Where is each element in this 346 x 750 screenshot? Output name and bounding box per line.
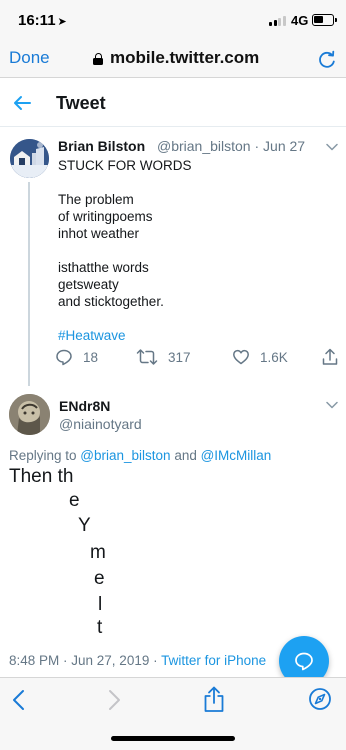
signal-strength-icon xyxy=(269,15,287,26)
poem-line: The problem xyxy=(58,192,134,207)
poem-line: STUCK FOR WORDS xyxy=(58,158,192,173)
reply-button[interactable]: 18 xyxy=(55,347,98,367)
browser-forward-icon[interactable] xyxy=(106,689,122,711)
share-button[interactable] xyxy=(321,347,339,367)
battery-icon xyxy=(312,14,337,26)
mention-link[interactable]: @IMcMillan xyxy=(201,448,272,463)
source-link[interactable]: Twitter for iPhone xyxy=(161,653,266,668)
tweet-timestamp: 8:48 PM · Jun 27, 2019 · Twitter for iPh… xyxy=(9,653,267,668)
like-count: 1.6K xyxy=(260,349,288,365)
falling-letter: e xyxy=(94,568,105,589)
tweet-actions: 18 317 1.6K xyxy=(55,347,340,367)
heart-icon xyxy=(233,349,249,365)
location-arrow-icon: ➤ xyxy=(57,16,67,28)
chevron-down-icon[interactable] xyxy=(326,143,338,151)
browser-back-icon[interactable] xyxy=(11,689,27,711)
avatar[interactable] xyxy=(9,394,50,435)
home-indicator xyxy=(111,736,235,741)
status-time: 16:11 ➤ xyxy=(18,12,67,29)
reload-icon[interactable] xyxy=(317,49,337,69)
browser-url-bar: Done mobile.twitter.com xyxy=(0,40,346,78)
reply-count: 18 xyxy=(83,349,99,365)
tweet-header: Tweet xyxy=(0,79,346,127)
url-text[interactable]: mobile.twitter.com xyxy=(110,48,259,68)
avatar[interactable] xyxy=(10,139,49,178)
author-name[interactable]: Brian Bilston xyxy=(58,138,145,154)
falling-letter: t xyxy=(97,617,103,638)
poem-line: and sticktogether. xyxy=(58,294,164,309)
poem-line: isthatthe words xyxy=(58,260,149,275)
like-button[interactable]: 1.6K xyxy=(232,347,288,367)
replying-to: Replying to @brian_bilston and @IMcMilla… xyxy=(9,448,272,463)
status-bar: 16:11 ➤ 4G xyxy=(0,0,346,40)
retweet-button[interactable]: 317 xyxy=(136,347,191,367)
poem-line: of writingpoems xyxy=(58,209,153,224)
author-name[interactable]: ENdr8N xyxy=(59,398,110,414)
hashtag-link[interactable]: #Heatwave xyxy=(58,328,126,343)
retweet-icon xyxy=(136,349,158,365)
done-button[interactable]: Done xyxy=(9,48,50,68)
thread-line xyxy=(28,182,30,386)
tweet-text: STUCK FOR WORDS The problem of writingpo… xyxy=(58,157,192,361)
poem-line: inhot weather xyxy=(58,226,140,241)
mention-link[interactable]: @brian_bilston xyxy=(80,448,170,463)
author-handle-date[interactable]: @brian_bilston · Jun 27 xyxy=(157,138,305,154)
falling-letter: Y xyxy=(78,515,91,536)
chevron-down-icon[interactable] xyxy=(326,401,338,409)
compass-icon[interactable] xyxy=(308,687,332,711)
author-handle[interactable]: @niainotyard xyxy=(59,416,142,432)
falling-letter: l xyxy=(98,594,103,615)
network-type: 4G xyxy=(291,13,309,28)
falling-letter: m xyxy=(90,542,106,563)
share-icon[interactable] xyxy=(202,685,226,713)
lock-icon xyxy=(93,53,103,65)
poem-line: getsweaty xyxy=(58,277,119,292)
falling-letter: e xyxy=(69,490,80,511)
reply-icon xyxy=(56,349,72,366)
retweet-count: 317 xyxy=(168,349,191,365)
reply-text: Then th xyxy=(9,466,74,487)
page-title: Tweet xyxy=(56,93,106,113)
arrow-left-icon[interactable] xyxy=(12,93,32,113)
share-icon xyxy=(322,348,338,365)
